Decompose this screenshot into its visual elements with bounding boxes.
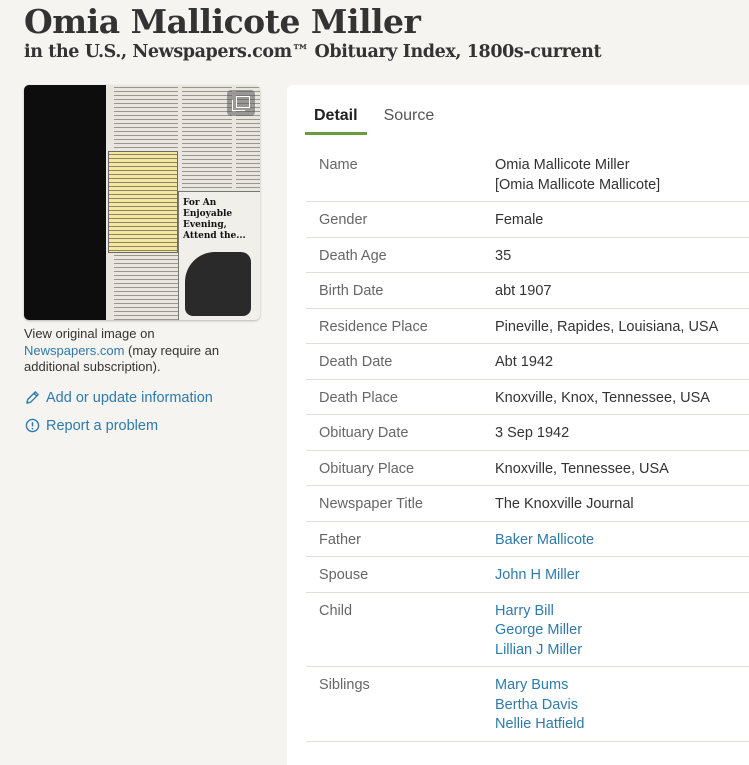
view-original-prefix: View original image on <box>24 326 155 341</box>
detail-value-line: The Knoxville Journal <box>495 496 634 512</box>
record-detail-panel: Detail Source Name Omia Mallicote Miller [… <box>287 85 749 765</box>
detail-value: 3 Sep 1942 <box>495 424 749 444</box>
detail-value-line: 3 Sep 1942 <box>495 425 570 441</box>
detail-label: Name <box>319 157 358 173</box>
detail-label: Obituary Place <box>319 460 415 477</box>
report-problem-label: Report a problem <box>46 417 159 434</box>
view-original-text: View original image on Newspapers.com (m… <box>24 326 260 376</box>
detail-label: Gender <box>319 212 368 228</box>
detail-row: Birth Date abt 1907 <box>306 273 749 309</box>
detail-row: Obituary Place Knoxville, Tennessee, USA <box>306 451 749 486</box>
detail-label: Death Place <box>319 389 398 406</box>
detail-value: Pineville, Rapides, Louisiana, USA <box>495 318 749 338</box>
person-link[interactable]: Nellie Hatfield <box>495 715 749 735</box>
obituary-thumbnail[interactable]: For An Enjoyable Evening, Attend the... <box>24 85 260 320</box>
tab-detail[interactable]: Detail <box>305 107 367 135</box>
person-link[interactable]: George Miller <box>495 621 749 641</box>
detail-value-line: [Omia Mallicote Mallicote] <box>495 176 661 193</box>
detail-value: Abt 1942 <box>495 353 749 373</box>
detail-row: Residence Place Pineville, Rapides, Louis… <box>306 309 749 344</box>
highlighted-obituary <box>108 151 178 253</box>
detail-value: Knoxville, Knox, Tennessee, USA <box>495 389 749 409</box>
add-update-label: Add or update information <box>46 389 213 406</box>
person-link[interactable]: Mary Bums <box>495 676 749 696</box>
detail-value-line: Female <box>495 212 544 228</box>
person-link[interactable]: Lillian J Miller <box>495 641 749 661</box>
detail-label: Father <box>319 531 361 548</box>
detail-label: Newspaper Title <box>319 496 423 512</box>
detail-label: Obituary Date <box>319 425 409 441</box>
tab-source[interactable]: Source <box>375 107 444 135</box>
detail-row: Name Omia Mallicote Miller [Omia Mallicote… <box>306 147 749 202</box>
detail-value-line: Knoxville, Tennessee, USA <box>495 460 669 477</box>
add-update-button[interactable]: Add or update information <box>24 390 264 406</box>
detail-value: Omia Mallicote Miller [Omia Mallicote Mal… <box>495 156 749 195</box>
detail-row: Siblings Mary Bums Bertha Davis Nellie Hatf… <box>306 667 749 742</box>
detail-value: The Knoxville Journal <box>495 495 749 515</box>
detail-row: Father Baker Mallicote <box>306 522 749 557</box>
person-link[interactable]: Baker Mallicote <box>495 531 749 551</box>
detail-label: Child <box>319 602 353 619</box>
detail-label: Death Age <box>319 247 387 264</box>
thumbnail-dark-margin <box>24 85 106 320</box>
detail-label: Birth Date <box>319 283 384 299</box>
detail-value: Knoxville, Tennessee, USA <box>495 460 749 480</box>
expand-image-icon[interactable] <box>227 90 255 116</box>
detail-row: Newspaper Title The Knoxville Journal <box>306 486 749 522</box>
detail-value: John H Miller <box>495 566 749 586</box>
page-title: Omia Mallicote Miller <box>24 2 421 41</box>
detail-row: Death Age 35 <box>306 238 749 273</box>
detail-label: Siblings <box>319 677 370 693</box>
newsprint-column <box>182 85 232 189</box>
ad-text: For An Enjoyable Evening, Attend the... <box>183 198 246 241</box>
detail-row: Gender Female <box>306 202 749 238</box>
detail-value: Female <box>495 211 749 231</box>
report-problem-button[interactable]: Report a problem <box>24 418 264 434</box>
newspaper-ad: For An Enjoyable Evening, Attend the... <box>178 191 260 320</box>
detail-tabs: Detail Source <box>305 107 451 135</box>
detail-table: Name Omia Mallicote Miller [Omia Mallicote… <box>306 147 749 742</box>
newspapers-link[interactable]: Newspapers.com <box>24 343 124 358</box>
detail-row: Death Place Knoxville, Knox, Tennessee, U… <box>306 380 749 415</box>
person-link[interactable]: Harry Bill <box>495 602 749 622</box>
person-link[interactable]: John H Miller <box>495 566 749 586</box>
detail-value: Harry Bill George Miller Lillian J Miller <box>495 602 749 661</box>
detail-row: Obituary Date 3 Sep 1942 <box>306 415 749 451</box>
detail-value-line: abt 1907 <box>495 283 552 299</box>
person-link[interactable]: Bertha Davis <box>495 696 749 716</box>
ad-photo <box>185 252 251 316</box>
detail-value: Baker Mallicote <box>495 531 749 551</box>
pencil-icon <box>24 390 40 406</box>
image-column: For An Enjoyable Evening, Attend the... … <box>24 85 264 434</box>
detail-value: abt 1907 <box>495 282 749 302</box>
detail-value: Mary Bums Bertha Davis Nellie Hatfield <box>495 676 749 735</box>
detail-label: Death Date <box>319 354 393 370</box>
detail-value-line: Abt 1942 <box>495 354 554 370</box>
collection-subtitle: in the U.S., Newspapers.com™ Obituary In… <box>24 42 602 62</box>
detail-label: Spouse <box>319 567 369 583</box>
detail-value-line: Omia Mallicote Miller <box>495 157 630 173</box>
detail-row: Spouse John H Miller <box>306 557 749 593</box>
detail-label: Residence Place <box>319 318 428 335</box>
detail-row: Child Harry Bill George Miller Lillian J Mi… <box>306 593 749 667</box>
alert-circle-icon <box>24 418 40 434</box>
detail-value: 35 <box>495 247 749 267</box>
detail-value-line: Knoxville, Knox, Tennessee, USA <box>495 389 710 406</box>
detail-value-line: Pineville, Rapides, Louisiana, USA <box>495 318 719 335</box>
detail-value-line: 35 <box>495 247 512 264</box>
detail-row: Death Date Abt 1942 <box>306 344 749 380</box>
